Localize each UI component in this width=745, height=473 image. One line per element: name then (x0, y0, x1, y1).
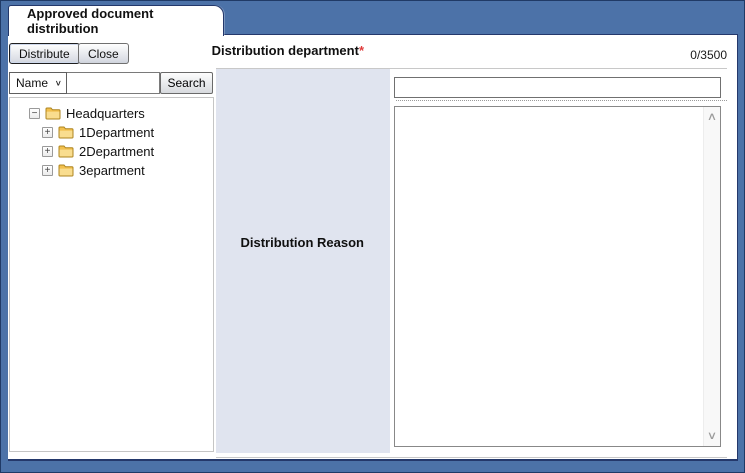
required-marker: * (359, 43, 364, 58)
chevron-down-icon: ∨ (55, 79, 62, 88)
dotted-separator (396, 100, 727, 101)
tree-node-2department[interactable]: + 2Department (10, 142, 213, 161)
tab-approved-document-distribution[interactable]: Approved document distribution (8, 5, 224, 36)
expand-icon[interactable]: + (42, 127, 53, 138)
tree-node-label: 2Department (79, 144, 154, 159)
distribution-department-label-text: Distribution department (212, 43, 359, 58)
distribution-reason-textarea[interactable] (395, 107, 703, 446)
tree-node-headquarters[interactable]: − Headquarters (10, 104, 213, 123)
window-content: Distribute Close 0/3500 Name ∨ Search − (8, 34, 738, 461)
expand-icon[interactable]: + (42, 165, 53, 176)
search-row: Name ∨ Search (9, 72, 214, 94)
scroll-up-icon[interactable]: ∧ (707, 112, 717, 122)
tree-node-label: Headquarters (66, 106, 145, 121)
distribution-reason-field: ∧ ∨ (394, 106, 721, 447)
folder-icon (58, 145, 74, 158)
tree-node-1department[interactable]: + 1Department (10, 123, 213, 142)
expand-icon[interactable]: + (42, 146, 53, 157)
department-tree: − Headquarters + 1Department (9, 97, 214, 452)
department-tree-panel: Name ∨ Search − Headquarters (9, 72, 214, 452)
form-label-panel (216, 69, 390, 453)
char-counter: 0/3500 (690, 48, 727, 62)
tab-title: Approved document distribution (27, 6, 223, 36)
tree-node-label: 3epartment (79, 163, 145, 178)
folder-icon (58, 126, 74, 139)
distribution-department-label: Distribution department* (212, 43, 364, 58)
tree-node-3epartment[interactable]: + 3epartment (10, 161, 213, 180)
distribution-reason-label-text: Distribution Reason (240, 235, 364, 250)
folder-icon (45, 107, 61, 120)
tree-node-label: 1Department (79, 125, 154, 140)
search-button[interactable]: Search (160, 72, 213, 94)
scroll-down-icon[interactable]: ∨ (707, 431, 717, 441)
distribute-button[interactable]: Distribute (9, 43, 80, 64)
form-bottom-separator (216, 457, 727, 458)
approved-document-distribution-window: Approved document distribution Distribut… (0, 0, 745, 473)
folder-icon (58, 164, 74, 177)
search-field-selected-value: Name (16, 76, 48, 90)
distribution-reason-label: Distribution Reason (240, 235, 364, 250)
textarea-scrollbar[interactable]: ∧ ∨ (703, 107, 720, 446)
search-field-select[interactable]: Name ∨ (9, 72, 67, 94)
close-button[interactable]: Close (78, 43, 129, 64)
collapse-icon[interactable]: − (29, 108, 40, 119)
distribution-department-input[interactable] (394, 77, 721, 98)
search-input[interactable] (67, 72, 160, 94)
